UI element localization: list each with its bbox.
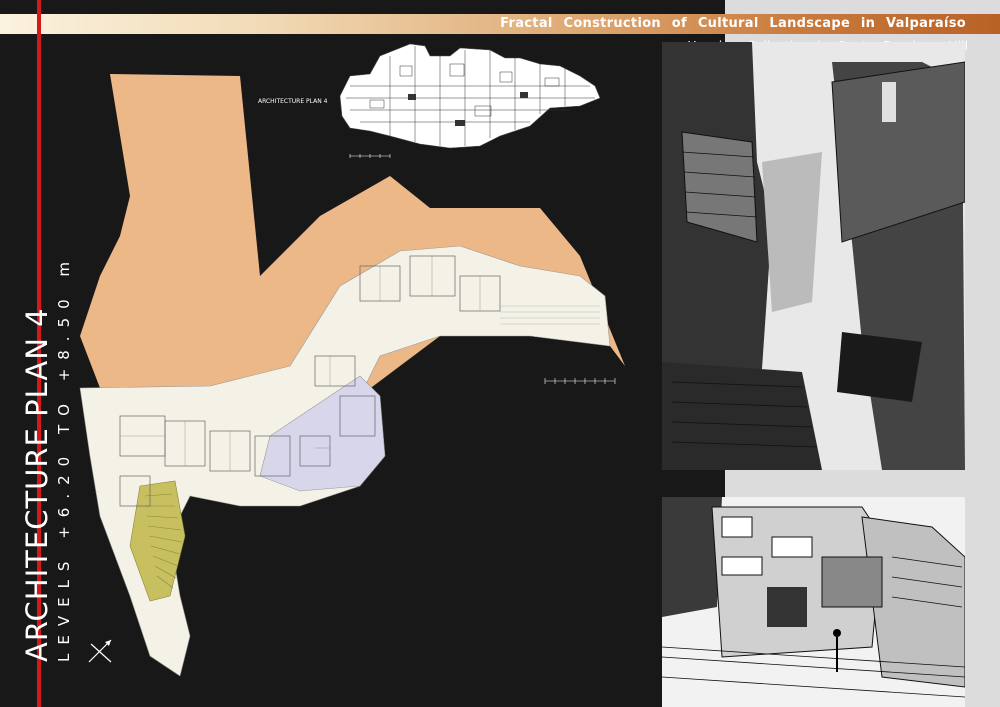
- street-perspective-sketch: [662, 497, 965, 707]
- alley-perspective-sketch: [662, 42, 965, 470]
- north-arrow-icon: [88, 639, 112, 663]
- poster-sheet: Fractal Construction of Cultural Landsca…: [0, 0, 1000, 707]
- plan-title: ARCHITECTURE PLAN 4: [20, 307, 54, 662]
- site-plan-drawing: [79, 74, 625, 676]
- sheet-title: Fractal Construction of Cultural Landsca…: [500, 16, 966, 31]
